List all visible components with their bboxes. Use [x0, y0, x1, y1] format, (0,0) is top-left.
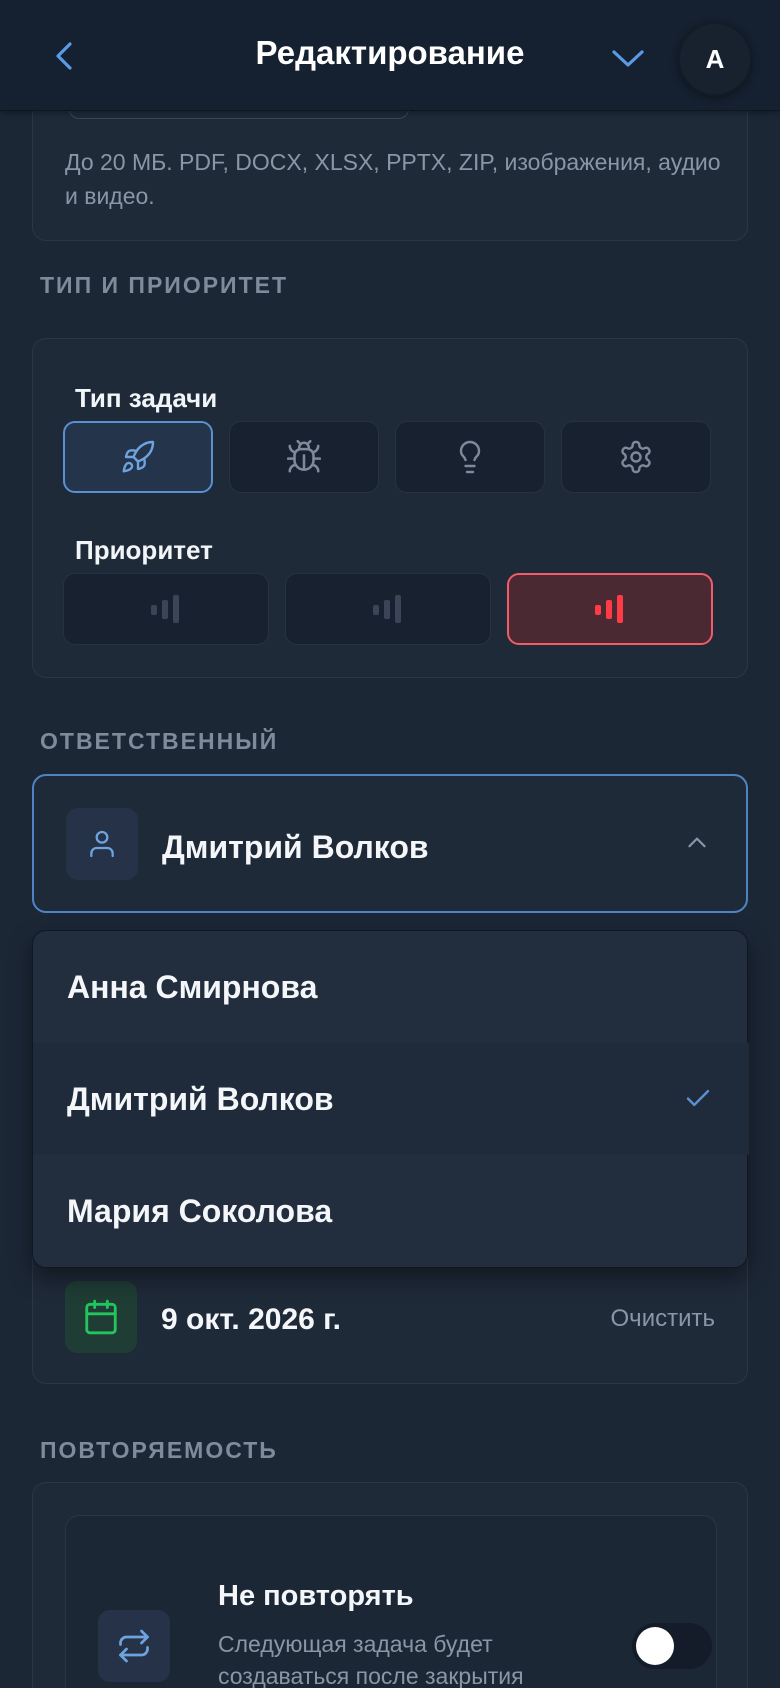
recurrence-toggle[interactable] — [632, 1623, 712, 1669]
edit-task-screen: До 20 МБ. PDF, DOCX, XLSX, PPTX, ZIP, из… — [0, 0, 780, 1688]
recurrence-description: Следующая задача будет создаваться после… — [218, 1631, 524, 1688]
user-icon — [90, 830, 114, 858]
chevron-down-icon[interactable] — [608, 38, 648, 78]
recurrence-option[interactable]: Не повторять Следующая задача будет созд… — [65, 1515, 717, 1688]
assignee-option-label: Мария Соколова — [67, 1193, 333, 1229]
assignee-selected-name: Дмитрий Волков — [162, 829, 429, 865]
signal-medium-icon — [373, 595, 401, 623]
assignee-option[interactable]: Анна Смирнова — [33, 931, 749, 1043]
chevron-up-icon — [688, 837, 706, 848]
type-option-settings[interactable] — [561, 421, 711, 493]
attachments-hint: До 20 МБ. PDF, DOCX, XLSX, PPTX, ZIP, из… — [65, 149, 721, 209]
assignee-option[interactable]: Мария Соколова — [33, 1155, 749, 1267]
gear-icon — [621, 440, 651, 474]
recurrence-card: Не повторять Следующая задача будет созд… — [32, 1482, 748, 1688]
bug-icon — [286, 439, 322, 473]
assignee-avatar — [66, 808, 138, 880]
check-icon — [686, 1089, 710, 1107]
lightbulb-icon — [459, 440, 481, 474]
recurrence-title: Не повторять — [218, 1580, 414, 1612]
section-label-assignee: ОТВЕТСТВЕННЫЙ — [40, 728, 279, 754]
page-title: Редактирование — [255, 34, 525, 71]
recurrence-icon-box — [98, 1610, 170, 1682]
assignee-option-label: Дмитрий Волков — [67, 1081, 334, 1117]
repeat-icon — [119, 1629, 149, 1663]
clear-date-button[interactable]: Очистить — [611, 1305, 715, 1333]
calendar-icon — [85, 1299, 117, 1335]
assignee-option-selected[interactable]: Дмитрий Волков — [33, 1043, 749, 1155]
due-date-icon-box — [65, 1281, 137, 1353]
toggle-knob — [636, 1627, 674, 1665]
due-date-value[interactable]: 9 окт. 2026 г. — [161, 1303, 341, 1337]
signal-low-icon — [151, 595, 179, 623]
assignee-dropdown: Анна Смирнова Дмитрий Волков Мария Сокол… — [32, 930, 749, 1268]
section-label-recurrence: ПОВТОРЯЕМОСТЬ — [40, 1437, 278, 1463]
rocket-icon — [122, 440, 155, 473]
priority-label: Приоритет — [75, 535, 213, 565]
type-option-feature[interactable] — [63, 421, 213, 493]
task-type-label: Тип задачи — [75, 383, 218, 413]
priority-option-medium[interactable] — [285, 573, 491, 645]
type-priority-card: Тип задачи Приоритет — [32, 338, 748, 678]
top-bar: Редактирование А — [0, 0, 780, 111]
assignee-select[interactable]: Дмитрий Волков — [32, 774, 748, 913]
priority-option-high[interactable] — [507, 573, 713, 645]
type-option-bug[interactable] — [229, 421, 379, 493]
assignee-option-label: Анна Смирнова — [67, 969, 318, 1005]
type-option-idea[interactable] — [395, 421, 545, 493]
signal-high-icon — [595, 595, 623, 623]
priority-option-low[interactable] — [63, 573, 269, 645]
avatar[interactable]: А — [678, 22, 752, 96]
section-label-type-priority: ТИП И ПРИОРИТЕТ — [40, 272, 289, 298]
